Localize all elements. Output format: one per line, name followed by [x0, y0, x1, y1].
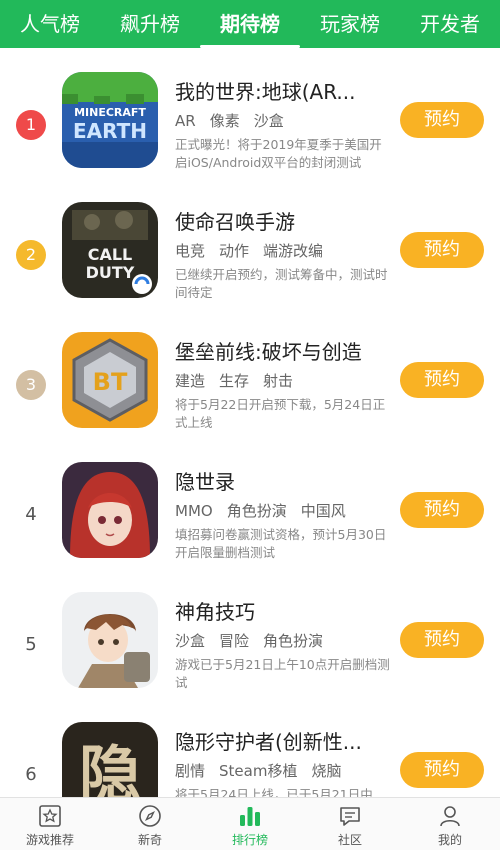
tag[interactable]: 像素 [210, 112, 240, 130]
game-description: 游戏已于5月21日上午10点开启删档测试 [175, 657, 390, 690]
tag[interactable]: 建造 [175, 372, 205, 390]
nav-game-recommend[interactable]: 游戏推荐 [0, 798, 100, 850]
game-title[interactable]: 堡垒前线:破坏与创造 [175, 336, 390, 365]
list-item[interactable]: 2 CALL DUTY 使命召唤手游 电竞 动作 端游改编 已继续开启预约，测试筹备… [0, 194, 500, 324]
nav-mine[interactable]: 我的 [400, 798, 500, 850]
tag[interactable]: 剧情 [175, 762, 205, 780]
compass-icon [139, 805, 161, 827]
tag[interactable]: 角色扮演 [263, 632, 323, 650]
tag[interactable]: 射击 [263, 372, 293, 390]
rank-number: 6 [25, 764, 37, 785]
rank-number: 4 [25, 504, 37, 525]
nav-label: 社区 [337, 833, 362, 847]
red-hair-girl-icon[interactable] [62, 462, 158, 558]
game-description: 将于5月22日开启预下载，5月24日正式上线 [175, 397, 386, 430]
game-title[interactable]: 隐形守护者(创新性... [175, 726, 390, 755]
boy-character-icon[interactable] [62, 592, 158, 688]
bt-shield-icon[interactable]: BT [62, 332, 158, 428]
tag[interactable]: Steam移植 [219, 762, 297, 780]
rank-number: 5 [25, 634, 37, 655]
nav-label: 排行榜 [231, 833, 268, 847]
svg-text:CALL: CALL [88, 245, 133, 264]
tag[interactable]: 电竞 [175, 242, 205, 260]
list-item[interactable]: 4 隐世录 MMO 角色扮演 中国风 填招募问卷赢测试资格，预计5月30日开启限量删… [0, 454, 500, 584]
game-title[interactable]: 我的世界:地球(AR... [175, 76, 390, 105]
tag[interactable]: 生存 [219, 372, 249, 390]
reserve-button[interactable]: 预约 [400, 362, 484, 398]
svg-text:MINECRAFT: MINECRAFT [74, 106, 146, 119]
game-tags: 剧情 Steam移植 烧脑 [175, 760, 355, 781]
rank-badge: 2 [16, 240, 46, 270]
reserve-button[interactable]: 预约 [400, 752, 484, 788]
game-tags: 电竞 动作 端游改编 [175, 240, 337, 261]
list-item[interactable]: 1 MINECRAFT EARTH 我的世界:地球(AR... AR 像素 沙盒 正… [0, 64, 500, 194]
tag[interactable]: 沙盒 [254, 112, 284, 130]
tab-popular[interactable]: 人气榜 [0, 0, 100, 48]
game-description: 正式曝光！将于2019年夏季于美国开启iOS/Android双平台的封闭测试 [175, 137, 382, 170]
list-item[interactable]: 6 隐 隐形守护者(创新性... 剧情 Steam移植 烧脑 将于5月24日上线，已… [0, 714, 500, 797]
nav-label: 我的 [437, 833, 462, 847]
tag[interactable]: 烧脑 [311, 762, 341, 780]
tag[interactable]: 角色扮演 [227, 502, 287, 520]
tag[interactable]: 沙盒 [175, 632, 205, 650]
nav-label: 游戏推荐 [25, 833, 74, 847]
game-description: 已继续开启预约，测试筹备中，测试时间待定 [175, 267, 388, 300]
list-item[interactable]: 5 神角技巧 沙盒 冒险 角色扮演 游戏已于5月21日上午10点开启删档测试 预约 [0, 584, 500, 714]
game-title[interactable]: 使命召唤手游 [175, 206, 390, 235]
star-card-icon [39, 805, 61, 827]
tag[interactable]: 中国风 [301, 502, 346, 520]
reserve-button[interactable]: 预约 [400, 232, 484, 268]
tab-rising[interactable]: 飙升榜 [100, 0, 200, 48]
game-tags: AR 像素 沙盒 [175, 110, 298, 131]
svg-text:EARTH: EARTH [73, 119, 147, 143]
rank-badge: 1 [16, 110, 46, 140]
game-description: 填招募问卷赢测试资格，预计5月30日开启限量删档测试 [175, 527, 387, 560]
person-icon [440, 806, 460, 827]
tag[interactable]: 动作 [219, 242, 249, 260]
game-title[interactable]: 神角技巧 [175, 596, 390, 625]
tab-players[interactable]: 玩家榜 [300, 0, 400, 48]
game-tags: MMO 角色扮演 中国风 [175, 500, 360, 521]
top-tab-bar: 人气榜 飙升榜 期待榜 玩家榜 开发者 [0, 0, 500, 48]
call-of-duty-icon[interactable]: CALL DUTY [62, 202, 158, 298]
tab-developers[interactable]: 开发者 [400, 0, 500, 48]
nav-novelty[interactable]: 新奇 [100, 798, 200, 850]
svg-text:BT: BT [93, 368, 128, 396]
bar-chart-icon [240, 807, 260, 826]
nav-label: 新奇 [137, 833, 162, 847]
game-tags: 建造 生存 射击 [175, 370, 307, 391]
rank-badge: 3 [16, 370, 46, 400]
game-title[interactable]: 隐世录 [175, 466, 390, 495]
nav-rankings[interactable]: 排行榜 [200, 798, 300, 850]
reserve-button[interactable]: 预约 [400, 492, 484, 528]
tag[interactable]: MMO [175, 502, 213, 520]
reserve-button[interactable]: 预约 [400, 622, 484, 658]
tag[interactable]: AR [175, 112, 196, 130]
nav-community[interactable]: 社区 [300, 798, 400, 850]
chat-icon [340, 807, 360, 826]
svg-text:隐: 隐 [79, 738, 141, 797]
list-item[interactable]: 3 BT 堡垒前线:破坏与创造 建造 生存 射击 将于5月22日开启预下载，5月24… [0, 324, 500, 454]
svg-text:DUTY: DUTY [86, 263, 135, 282]
game-description: 将于5月24日上线，已于5月21日中 [175, 787, 373, 797]
tag[interactable]: 端游改编 [263, 242, 323, 260]
bottom-nav: 游戏推荐 新奇 排行榜 社区 我的 [0, 797, 500, 850]
reserve-button[interactable]: 预约 [400, 102, 484, 138]
tag[interactable]: 冒险 [219, 632, 249, 650]
game-tags: 沙盒 冒险 角色扮演 [175, 630, 337, 651]
minecraft-earth-icon[interactable]: MINECRAFT EARTH [62, 72, 158, 168]
ranking-list[interactable]: 1 MINECRAFT EARTH 我的世界:地球(AR... AR 像素 沙盒 正… [0, 48, 500, 797]
calligraphy-icon[interactable]: 隐 [62, 722, 158, 797]
tab-anticipated[interactable]: 期待榜 [200, 0, 300, 48]
